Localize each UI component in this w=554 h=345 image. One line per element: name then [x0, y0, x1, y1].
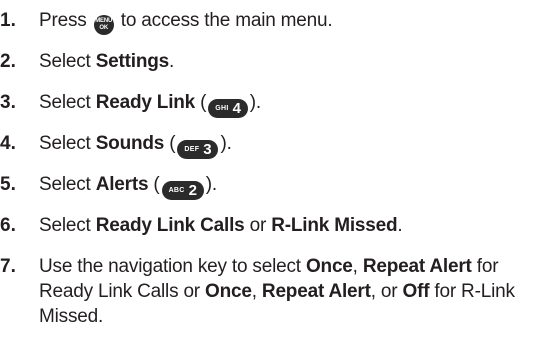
option-repeat-alert: Repeat Alert — [261, 281, 371, 302]
key-digit: 2 — [188, 182, 197, 199]
step-text: Select Ready Link (GHI 4). — [39, 90, 261, 118]
step-text-pre: Select — [39, 51, 96, 72]
step-text-part: , — [251, 281, 262, 302]
paren-open: ( — [164, 133, 176, 154]
key-digit: 4 — [232, 100, 241, 117]
step-text-pre: Press — [39, 10, 87, 31]
step-number: 7. — [0, 256, 16, 277]
paren-open: ( — [148, 174, 160, 195]
step-text: Press MENU OK to access the main menu. — [39, 8, 333, 35]
key-2-icon: ABC 2 — [161, 181, 204, 200]
menu-option-ready-link-calls: Ready Link Calls — [95, 215, 245, 236]
option-once: Once — [305, 256, 353, 277]
paren-open: ( — [195, 92, 207, 113]
key-digit: 3 — [203, 141, 212, 158]
key-letters: DEF — [184, 146, 200, 153]
paren-close: ). — [220, 133, 232, 154]
menu-option-settings: Settings — [95, 51, 170, 72]
key-letters: ABC — [168, 187, 185, 194]
step-text: Select Sounds (DEF 3). — [39, 131, 232, 159]
step-1: 1. Press MENU OK to access the main menu. — [0, 8, 333, 35]
step-number: 5. — [0, 174, 16, 195]
menu-option-ready-link: Ready Link — [95, 92, 196, 113]
key-4-icon: GHI 4 — [208, 99, 248, 118]
step-text-pre: Select — [39, 92, 96, 113]
step-text: Select Settings. — [39, 49, 174, 74]
paren-close: ). — [205, 174, 218, 195]
key-3-icon: DEF 3 — [177, 140, 219, 159]
step-text: Select Alerts (ABC 2). — [39, 172, 217, 200]
step-text-part: , or — [370, 281, 403, 302]
step-number: 2. — [0, 51, 16, 72]
step-3: 3. Select Ready Link (GHI 4). — [0, 90, 261, 118]
option-repeat-alert: Repeat Alert — [362, 256, 472, 277]
menu-option-alerts: Alerts — [95, 174, 149, 195]
step-number: 3. — [0, 92, 16, 113]
option-off: Off — [402, 281, 430, 302]
menu-option-sounds: Sounds — [95, 133, 165, 154]
key-letters: GHI — [215, 105, 229, 112]
instruction-list: 1. Press MENU OK to access the main menu.… — [0, 0, 554, 345]
step-text-post: . — [397, 215, 403, 236]
step-text-post: . — [169, 51, 175, 72]
step-text-pre: Select — [39, 174, 96, 195]
menu-ok-key-icon: MENU OK — [93, 15, 114, 35]
step-text-pre: Select — [39, 133, 96, 154]
menu-option-r-link-missed: R-Link Missed — [271, 215, 398, 236]
step-4: 4. Select Sounds (DEF 3). — [0, 131, 232, 159]
step-7: 7. Use the navigation key to select Once… — [0, 254, 550, 329]
step-number: 6. — [0, 215, 16, 236]
paren-close: ). — [249, 92, 262, 113]
step-6: 6. Select Ready Link Calls or R-Link Mis… — [0, 213, 403, 238]
step-text-pre: Select — [39, 215, 96, 236]
key-label-top: MENU — [95, 18, 113, 24]
step-number: 1. — [0, 10, 16, 31]
key-label-bottom: OK — [99, 25, 108, 31]
step-5: 5. Select Alerts (ABC 2). — [0, 172, 217, 200]
step-text: Select Ready Link Calls or R-Link Missed… — [39, 213, 403, 238]
step-text-part: Use the navigation key to select — [39, 256, 306, 277]
step-text-part: , — [352, 256, 363, 277]
step-number: 4. — [0, 133, 16, 154]
option-once: Once — [205, 281, 252, 302]
step-text-mid: or — [244, 215, 272, 236]
step-text: Use the navigation key to select Once, R… — [39, 254, 550, 329]
step-2: 2. Select Settings. — [0, 49, 174, 74]
step-text-post: to access the main menu. — [120, 10, 333, 31]
